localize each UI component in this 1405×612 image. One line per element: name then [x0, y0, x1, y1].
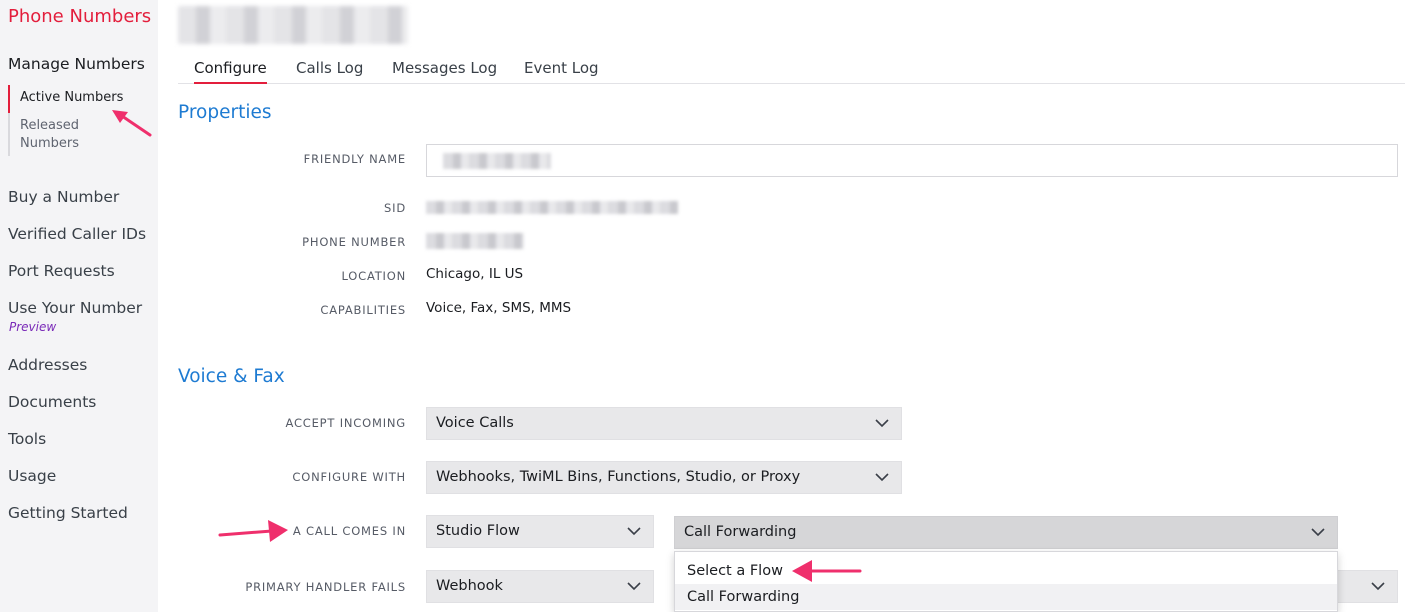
configure-with-label: CONFIGURE WITH — [292, 470, 406, 484]
sid-value-redacted — [426, 201, 678, 214]
chevron-down-icon — [875, 419, 889, 428]
chevron-down-icon — [627, 582, 641, 591]
capabilities-label: CAPABILITIES — [320, 303, 406, 317]
tab-messages-log[interactable]: Messages Log — [392, 59, 497, 77]
call-comes-in-value: Studio Flow — [436, 523, 520, 539]
chevron-down-icon — [627, 527, 641, 536]
call-comes-in-select[interactable]: Studio Flow — [426, 515, 654, 548]
location-label: LOCATION — [341, 269, 406, 283]
accept-incoming-select[interactable]: Voice Calls — [426, 407, 902, 440]
friendly-name-label: FRIENDLY NAME — [303, 152, 406, 166]
page-title-redacted — [178, 6, 408, 44]
flow-dropdown-menu: Select a Flow Call Forwarding — [674, 551, 1338, 612]
flow-select[interactable]: Call Forwarding — [674, 516, 1338, 549]
flow-option-call-forwarding[interactable]: Call Forwarding — [675, 584, 1337, 610]
preview-badge: Preview — [9, 320, 57, 334]
chevron-down-icon — [875, 473, 889, 482]
properties-heading: Properties — [178, 102, 272, 123]
configure-with-select[interactable]: Webhooks, TwiML Bins, Functions, Studio,… — [426, 461, 902, 494]
primary-handler-label: PRIMARY HANDLER FAILS — [245, 580, 406, 594]
primary-handler-select[interactable]: Webhook — [426, 570, 654, 603]
chevron-down-icon — [1371, 582, 1385, 591]
sidebar-item-tools[interactable]: Tools — [8, 430, 46, 448]
sidebar-section-manage-numbers[interactable]: Manage Numbers — [8, 55, 145, 73]
phone-number-label: PHONE NUMBER — [302, 235, 406, 249]
sidebar-item-released-numbers[interactable]: Released Numbers — [8, 113, 98, 156]
voice-fax-heading: Voice & Fax — [178, 366, 285, 387]
sid-label: SID — [384, 201, 406, 215]
phone-number-redacted — [426, 233, 524, 249]
tab-configure[interactable]: Configure — [194, 59, 267, 84]
chevron-down-icon — [1311, 528, 1325, 537]
annotation-arrow-icon — [112, 110, 152, 137]
sidebar-item-getting-started[interactable]: Getting Started — [8, 504, 128, 522]
friendly-name-redacted — [443, 153, 551, 169]
sidebar-item-documents[interactable]: Documents — [8, 393, 96, 411]
annotation-arrow-icon — [792, 560, 862, 582]
primary-handler-url-select[interactable] — [1330, 570, 1398, 603]
call-comes-in-label: A CALL COMES IN — [292, 524, 406, 538]
sidebar-item-addresses[interactable]: Addresses — [8, 356, 87, 374]
tab-bar: Configure Calls Log Messages Log Event L… — [178, 54, 1405, 84]
sidebar-title[interactable]: Phone Numbers — [8, 6, 151, 27]
configure-with-value: Webhooks, TwiML Bins, Functions, Studio,… — [436, 469, 801, 485]
friendly-name-input[interactable] — [426, 144, 1398, 177]
accept-incoming-label: ACCEPT INCOMING — [285, 416, 406, 430]
tab-calls-log[interactable]: Calls Log — [296, 59, 363, 77]
primary-handler-value: Webhook — [436, 578, 503, 594]
flow-option-select-a-flow[interactable]: Select a Flow — [675, 558, 1337, 584]
location-value: Chicago, IL US — [426, 266, 524, 282]
flow-select-value: Call Forwarding — [684, 524, 797, 540]
accept-incoming-value: Voice Calls — [436, 415, 514, 431]
capabilities-value: Voice, Fax, SMS, MMS — [426, 300, 572, 316]
tab-event-log[interactable]: Event Log — [524, 59, 599, 77]
